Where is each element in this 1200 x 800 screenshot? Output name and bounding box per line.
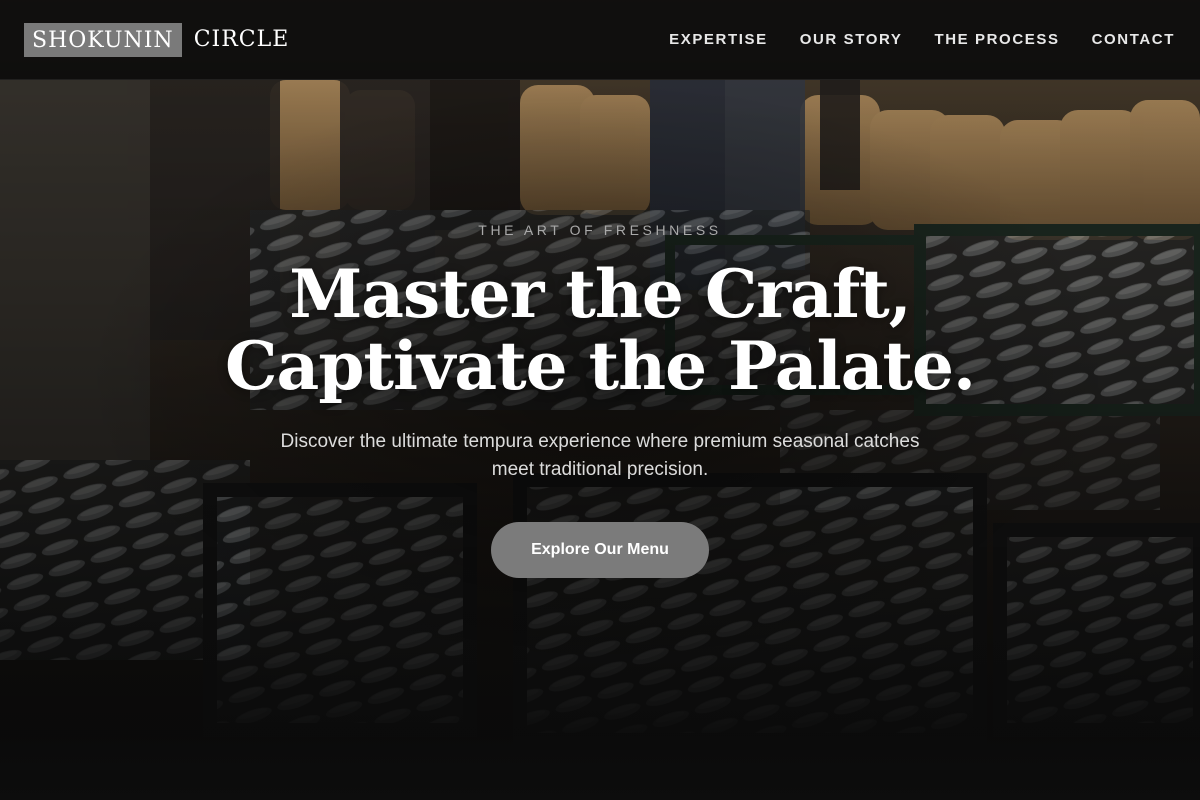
hero-headline: Master the Craft, Captivate the Palate. bbox=[0, 258, 1200, 402]
headline-line-2: Captivate the Palate. bbox=[225, 327, 976, 405]
headline-line-1: Master the Craft, bbox=[289, 255, 912, 333]
explore-menu-button[interactable]: Explore Our Menu bbox=[491, 522, 709, 578]
hero-section: THE ART OF FRESHNESS Master the Craft, C… bbox=[0, 0, 1200, 800]
hero-subtext: Discover the ultimate tempura experience… bbox=[280, 431, 920, 480]
hero-eyebrow: THE ART OF FRESHNESS bbox=[478, 222, 722, 238]
